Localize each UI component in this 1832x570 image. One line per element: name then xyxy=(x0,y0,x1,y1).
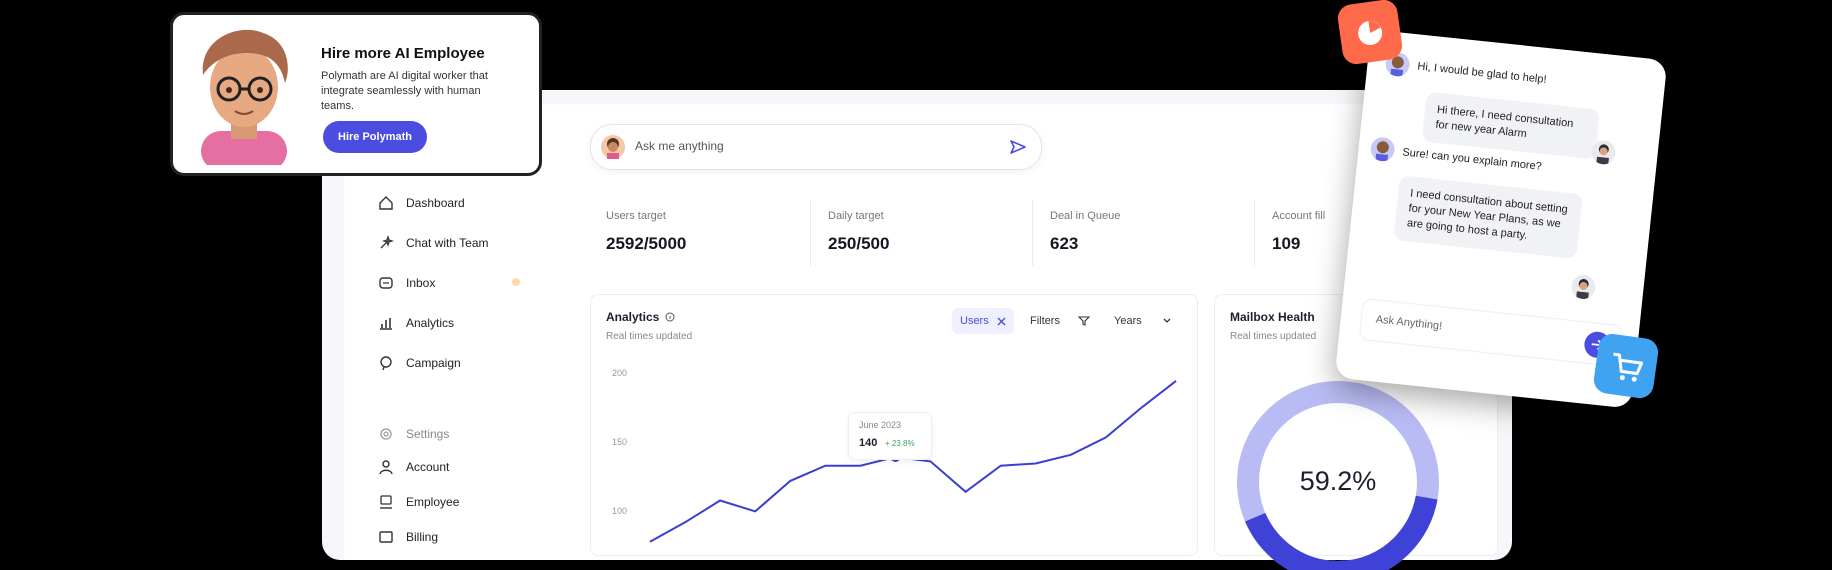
pie-chart-badge xyxy=(1336,0,1404,66)
ai-avatar-icon xyxy=(1369,136,1395,162)
series-line xyxy=(650,381,1176,542)
mailbox-title: Mailbox Health xyxy=(1230,310,1315,324)
cart-icon xyxy=(1592,332,1660,400)
user-avatar-icon xyxy=(1570,274,1596,300)
chat-message-ai: Hi, I would be glad to help! xyxy=(1417,59,1547,87)
chart-tooltip: June 2023 140 + 23.8% xyxy=(848,412,932,460)
hire-polymath-button[interactable]: Hire Polymath xyxy=(323,121,427,153)
character-avatar xyxy=(181,23,307,165)
chat-input[interactable]: Ask Anything! xyxy=(1359,298,1624,367)
mailbox-subtitle: Real times updated xyxy=(1230,331,1316,342)
cart-badge xyxy=(1592,332,1660,400)
hire-card-title: Hire more AI Employee xyxy=(321,45,485,62)
user-avatar-icon xyxy=(1590,139,1616,165)
donut-percent-label: 59.2% xyxy=(1280,466,1396,497)
chat-message-user: I need consultation about setting for yo… xyxy=(1393,175,1583,259)
tooltip-change: + 23.8% xyxy=(885,439,915,448)
tooltip-label: June 2023 xyxy=(859,420,901,430)
chat-input-placeholder: Ask Anything! xyxy=(1375,313,1443,332)
pie-chart-icon xyxy=(1336,0,1404,66)
tooltip-value: 140 xyxy=(859,437,877,449)
hire-card-description: Polymath are AI digital worker that inte… xyxy=(321,69,511,114)
hire-ai-card: Hire more AI Employee Polymath are AI di… xyxy=(170,12,542,176)
